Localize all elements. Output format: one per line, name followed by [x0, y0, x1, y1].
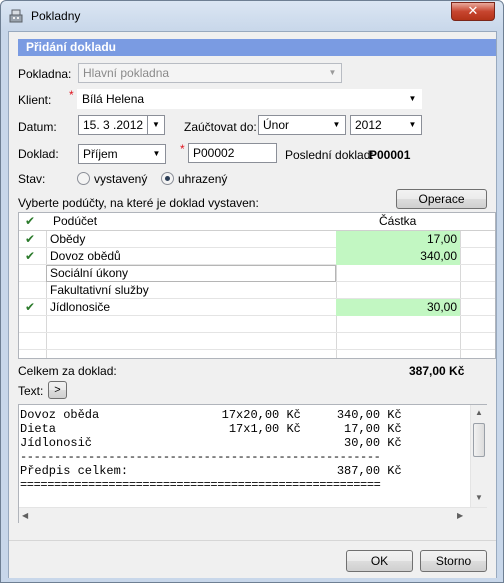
row-check-icon[interactable]: ✔: [25, 231, 35, 247]
required-marker: *: [69, 88, 74, 102]
close-icon: ✕: [467, 4, 479, 19]
column-header-podúčet[interactable]: Podúčet: [53, 213, 97, 230]
scroll-up-icon[interactable]: ▲: [471, 408, 487, 417]
zauctovat-label: Zaúčtovat do:: [184, 120, 257, 134]
radio-vystaveny-label[interactable]: vystavený: [94, 172, 147, 186]
summary-value: 387,00 Kč: [409, 364, 465, 378]
table-row[interactable]: Fakultativní služby: [19, 282, 495, 299]
table-row[interactable]: ✔ Obědy 17,00: [19, 231, 495, 248]
text-expand-button[interactable]: >: [48, 381, 67, 399]
section-title: Přidání dokladu: [18, 39, 496, 56]
row-amount[interactable]: 340,00: [336, 248, 460, 265]
scroll-thumb[interactable]: [473, 423, 485, 457]
title-bar[interactable]: Pokladny ✕: [1, 1, 503, 31]
chevron-down-icon: ▼: [408, 94, 417, 103]
posledni-doklad-value: P00001: [369, 148, 411, 162]
chevron-down-icon: ▼: [152, 149, 161, 158]
chevron-down-icon: ▼: [328, 68, 337, 77]
grid-caption: Vyberte podúčty, na které je doklad vyst…: [18, 196, 259, 210]
dialog-footer: OK Storno: [9, 540, 496, 578]
text-line: Dieta 17x1,00 Kč 17,00 Kč: [20, 422, 402, 436]
summary-label: Celkem za doklad:: [18, 364, 117, 378]
datum-value: 15. 3 .2012: [83, 118, 144, 132]
month-value: Únor: [263, 118, 290, 132]
header-check-icon[interactable]: ✔: [25, 213, 35, 230]
row-name: Obědy: [50, 232, 86, 246]
doklad-text-area[interactable]: Dovoz oběda 17x20,00 Kč 340,00 Kč Dieta …: [18, 404, 487, 523]
podúčty-grid: ✔ Podúčet Částka ✔ Obědy 17,00 ✔ Dovoz o…: [18, 212, 496, 359]
text-line: ----------------------------------------…: [20, 450, 381, 464]
required-marker: *: [180, 142, 185, 156]
table-row[interactable]: ✔ Jídlonosiče 30,00: [19, 299, 495, 316]
doklad-label: Doklad:: [18, 147, 59, 161]
pokladna-select[interactable]: Hlavní pokladna ▼: [78, 63, 342, 83]
table-row-empty: [19, 333, 495, 350]
klient-combo[interactable]: Bílá Helena ▼: [77, 89, 422, 109]
ok-button[interactable]: OK: [346, 550, 413, 572]
row-name: Fakultativní služby: [50, 283, 149, 297]
radio-uhrazeny[interactable]: [161, 172, 174, 185]
posledni-doklad-label: Poslední doklad:: [285, 148, 374, 162]
scroll-down-icon[interactable]: ▼: [471, 493, 487, 502]
pokladna-value: Hlavní pokladna: [83, 66, 170, 80]
table-row[interactable]: Sociální úkony: [19, 265, 495, 282]
row-amount[interactable]: [336, 282, 460, 299]
klient-label: Klient:: [18, 93, 52, 107]
dialog-window: Pokladny ✕ Přidání dokladu Pokladna: Hla…: [0, 0, 504, 583]
text-line: Dovoz oběda 17x20,00 Kč 340,00 Kč: [20, 408, 402, 422]
scroll-left-icon[interactable]: ◀: [22, 511, 28, 520]
radio-vystaveny[interactable]: [77, 172, 90, 185]
row-name: Jídlonosiče: [50, 300, 111, 314]
dialog-body: Přidání dokladu Pokladna: Hlavní pokladn…: [8, 31, 497, 578]
row-amount[interactable]: 30,00: [336, 299, 460, 316]
storno-button[interactable]: Storno: [420, 550, 487, 572]
table-row-empty: [19, 316, 495, 333]
chevron-down-icon: ▼: [408, 120, 417, 129]
pokladna-label: Pokladna:: [18, 67, 72, 81]
close-button[interactable]: ✕: [451, 2, 495, 21]
horizontal-scrollbar[interactable]: ◀ ▶: [19, 507, 487, 523]
row-check-icon[interactable]: ✔: [25, 299, 35, 315]
chevron-right-icon: >: [54, 384, 61, 396]
row-name: Sociální úkony: [50, 266, 129, 280]
radio-uhrazeny-label[interactable]: uhrazený: [178, 172, 227, 186]
column-header-castka[interactable]: Částka: [379, 213, 416, 230]
row-amount[interactable]: 17,00: [336, 231, 460, 248]
cash-register-icon: [9, 9, 23, 23]
scroll-right-icon[interactable]: ▶: [457, 511, 463, 520]
window-title: Pokladny: [31, 9, 81, 23]
year-value: 2012: [355, 118, 382, 132]
doklad-type-value: Příjem: [83, 147, 118, 161]
calendar-dropdown-icon[interactable]: ▼: [147, 116, 164, 134]
text-line: Jídlonosič 30,00 Kč: [20, 436, 402, 450]
klient-value: Bílá Helena: [82, 92, 145, 106]
datum-picker[interactable]: 15. 3 .2012 ▼: [78, 115, 165, 135]
year-select[interactable]: 2012 ▼: [350, 115, 422, 135]
vertical-scrollbar[interactable]: ▲ ▼: [470, 405, 487, 507]
chevron-down-icon: ▼: [332, 120, 341, 129]
doklad-number-input[interactable]: P00002: [188, 143, 277, 163]
doklad-type-select[interactable]: Příjem ▼: [78, 144, 166, 164]
datum-label: Datum:: [18, 120, 57, 134]
table-row[interactable]: ✔ Dovoz obědů 340,00: [19, 248, 495, 265]
text-line: ========================================…: [20, 478, 381, 492]
text-label: Text:: [18, 384, 44, 398]
stav-label: Stav:: [18, 172, 46, 186]
month-select[interactable]: Únor ▼: [258, 115, 346, 135]
row-amount[interactable]: [336, 265, 460, 282]
text-line: Předpis celkem: 387,00 Kč: [20, 464, 402, 478]
row-check-icon[interactable]: ✔: [25, 248, 35, 264]
grid-header-row: ✔ Podúčet Částka: [19, 213, 495, 231]
row-name: Dovoz obědů: [50, 249, 121, 263]
operace-button[interactable]: Operace: [396, 189, 487, 209]
